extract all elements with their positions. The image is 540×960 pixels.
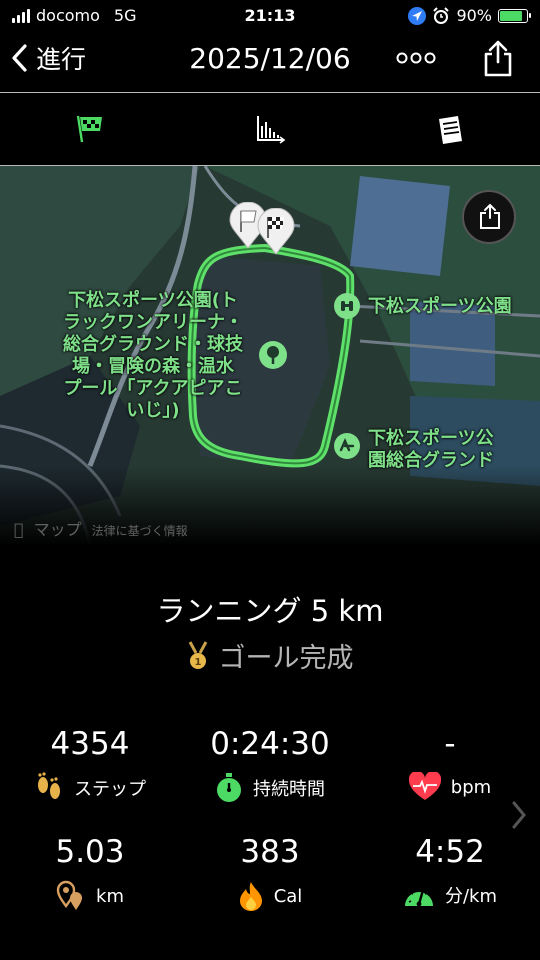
document-list-icon [439,116,462,144]
more-dots-icon [396,52,436,64]
heart-icon [408,772,441,800]
attribution-label: マップ [24,520,82,539]
chevron-right-icon[interactable] [510,800,528,830]
map-label-line: 園総合グランド [368,450,494,471]
map-label-line: プール「アクアピアこ [63,378,243,399]
stat-heart-rate: - bpm [360,726,540,802]
nav-bar: 進行 2025/12/06 [0,32,540,92]
map-label-ground: 下松スポーツ公 園総合グランド [368,428,494,472]
binoculars-icon [334,293,360,319]
stat-value: 383 [240,834,300,870]
map-label-line: 下松スポーツ公 [368,428,494,449]
status-bar: docomo 5G 21:13 90% [0,0,540,32]
stat-value: 5.03 [55,834,125,870]
more-button[interactable] [396,46,436,71]
bar-chart-icon [257,116,286,144]
checkered-flag-icon [76,115,102,143]
legal-link[interactable]: 法律に基づく情報 [92,522,188,539]
stat-value: - [444,726,456,762]
stat-unit: ステップ [74,779,146,800]
stadium-icon [334,433,360,459]
map-label-line: 下松スポーツ公園(ト [68,290,238,311]
goal-status: 1 ゴール完成 [0,636,540,675]
page-title: 2025/12/06 [189,42,351,75]
share-icon[interactable] [478,38,518,78]
stat-value: 4:52 [415,834,485,870]
workout-title: ランニング 5 km [156,594,384,628]
stat-duration: 0:24:30 持続時間 [180,726,360,804]
stat-unit: 分/km [444,886,498,907]
location-arrow-icon [408,6,427,25]
finish-flag-icon [257,208,295,255]
stat-pace: 4:52 分/km [360,834,540,910]
stopwatch-icon [217,773,241,802]
tree-icon [259,341,287,369]
stat-steps: 4354 ステップ [0,726,180,804]
stat-unit: Cal [273,885,303,907]
stat-unit: km [96,885,124,907]
map-label-line: 場・冒険の森・温水 [72,356,234,377]
battery-percent: 90% [456,6,492,25]
stat-calories: 383 Cal [180,834,360,912]
stat-value: 0:24:30 [210,726,330,762]
flame-icon [239,882,262,911]
map-label-line: 総合グラウンド・球技 [63,334,243,355]
map-label-line: いじ」) [126,400,180,421]
stat-value: 4354 [50,726,130,762]
tab-list[interactable] [360,94,540,164]
map-share-button[interactable] [462,190,516,244]
map-attribution:  マップ 法律に基づく情報 [14,516,188,540]
location-pin-icon [56,880,83,910]
tab-flag[interactable] [0,94,180,164]
map-label-park-right: 下松スポーツ公園 [368,296,512,317]
map-label-line: ラックワンアリーナ・ [63,312,243,333]
stat-unit: bpm [450,776,492,798]
speedometer-icon [404,888,433,907]
divider [0,92,540,93]
alarm-icon [433,6,450,24]
tab-chart[interactable] [180,94,360,164]
battery-icon [498,8,531,23]
stat-unit: 持続時間 [253,779,325,800]
share-icon [480,203,500,229]
footprints-icon [38,772,60,799]
map-label-park: 下松スポーツ公園(ト ラックワンアリーナ・ 総合グラウンド・球技 場・冒険の森・… [48,290,258,422]
svg-text:1: 1 [194,657,201,668]
stat-distance: 5.03 km [0,834,180,912]
route-map[interactable]: 下松スポーツ公園(ト ラックワンアリーナ・ 総合グラウンド・球技 場・冒険の森・… [0,166,540,546]
goal-label: ゴール完成 [218,643,354,674]
medal-icon: 1 [188,640,207,669]
tab-bar [0,94,540,164]
apple-logo-icon:  [14,520,24,539]
